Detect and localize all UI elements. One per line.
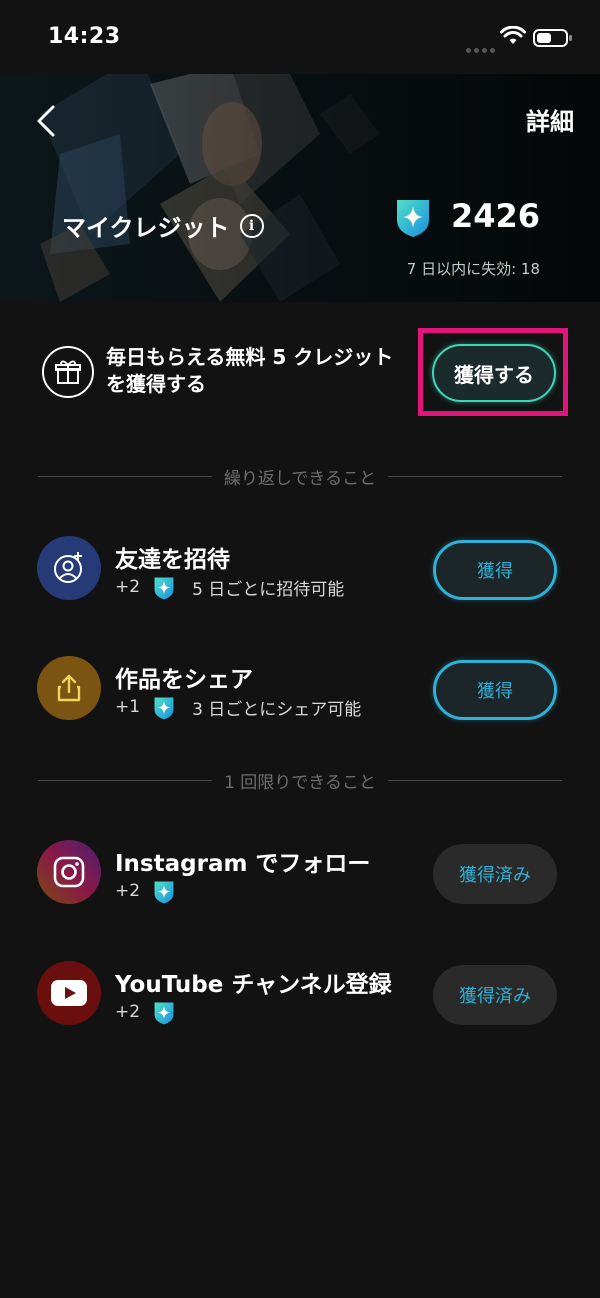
task-reward: +2 xyxy=(115,878,186,904)
daily-text-line-1: 毎日もらえる無料 5 クレジット xyxy=(106,345,394,369)
task-share-work: 作品をシェア +1 3 日ごとにシェア可能 獲得 xyxy=(0,652,600,732)
battery-icon xyxy=(533,29,572,47)
credit-gem-icon xyxy=(154,697,174,720)
credit-gem-icon xyxy=(396,200,429,237)
daily-credit-text: 毎日もらえる無料 5 クレジット を獲得する xyxy=(106,344,416,398)
expiry-text: 7 日以内に失効: 18 xyxy=(406,260,540,278)
wifi-icon xyxy=(500,26,526,44)
daily-credit-row: 毎日もらえる無料 5 クレジット を獲得する 獲得する xyxy=(0,302,600,442)
signal-icon xyxy=(466,38,498,57)
reward-note: 5 日ごとに招待可能 xyxy=(192,579,345,600)
task-youtube-subscribe: YouTube チャンネル登録 +2 獲得済み xyxy=(0,957,600,1037)
task-reward: +2 5 日ごとに招待可能 xyxy=(115,574,344,600)
reward-note: 3 日ごとにシェア可能 xyxy=(192,699,362,720)
gift-icon xyxy=(42,346,94,398)
daily-text-line-2: を獲得する xyxy=(106,372,206,396)
reward-amount: +2 xyxy=(115,577,141,597)
info-icon[interactable]: i xyxy=(239,213,264,238)
credit-header: 詳細 マイクレジット i 2426 7 日以内に失効: 18 xyxy=(0,74,600,302)
back-icon[interactable] xyxy=(34,104,58,138)
task-title: Instagram でフォロー xyxy=(115,851,371,877)
repeatable-label: 繰り返しできること xyxy=(223,468,377,489)
status-bar: 14:23 xyxy=(0,0,600,74)
credit-balance: 2426 xyxy=(393,194,540,238)
credit-balance-value: 2426 xyxy=(450,197,540,235)
task-reward: +1 3 日ごとにシェア可能 xyxy=(115,694,361,720)
reward-amount: +2 xyxy=(115,1002,141,1022)
claim-invite-button[interactable]: 獲得 xyxy=(433,540,557,600)
youtube-icon xyxy=(37,961,101,1025)
reward-amount: +2 xyxy=(115,881,141,901)
claim-daily-button[interactable]: 獲得する xyxy=(432,344,556,402)
one-time-label: 1 回限りできること xyxy=(224,772,376,793)
credit-gem-icon xyxy=(154,881,174,904)
credit-gem-icon xyxy=(154,1002,174,1025)
instagram-icon xyxy=(37,840,101,904)
repeatable-divider: 繰り返しできること xyxy=(38,464,562,489)
my-credit-label: マイクレジット xyxy=(62,214,230,242)
task-reward: +2 xyxy=(115,999,186,1025)
task-title: 作品をシェア xyxy=(115,667,253,693)
task-title: YouTube チャンネル登録 xyxy=(115,972,392,998)
reward-amount: +1 xyxy=(115,697,141,717)
task-invite-friend: 友達を招待 +2 5 日ごとに招待可能 獲得 xyxy=(0,532,600,612)
claim-share-button[interactable]: 獲得 xyxy=(433,660,557,720)
claimed-youtube-button[interactable]: 獲得済み xyxy=(433,965,557,1025)
my-credit-title: マイクレジット i xyxy=(62,208,264,243)
task-instagram-follow: Instagram でフォロー +2 獲得済み xyxy=(0,836,600,916)
detail-link[interactable]: 詳細 xyxy=(526,102,574,137)
share-icon xyxy=(37,656,101,720)
claimed-instagram-button[interactable]: 獲得済み xyxy=(433,844,557,904)
credit-gem-icon xyxy=(154,577,174,600)
one-time-divider: 1 回限りできること xyxy=(38,768,563,793)
invite-friend-icon xyxy=(37,536,101,600)
status-time: 14:23 xyxy=(48,24,121,49)
task-title: 友達を招待 xyxy=(115,547,230,573)
